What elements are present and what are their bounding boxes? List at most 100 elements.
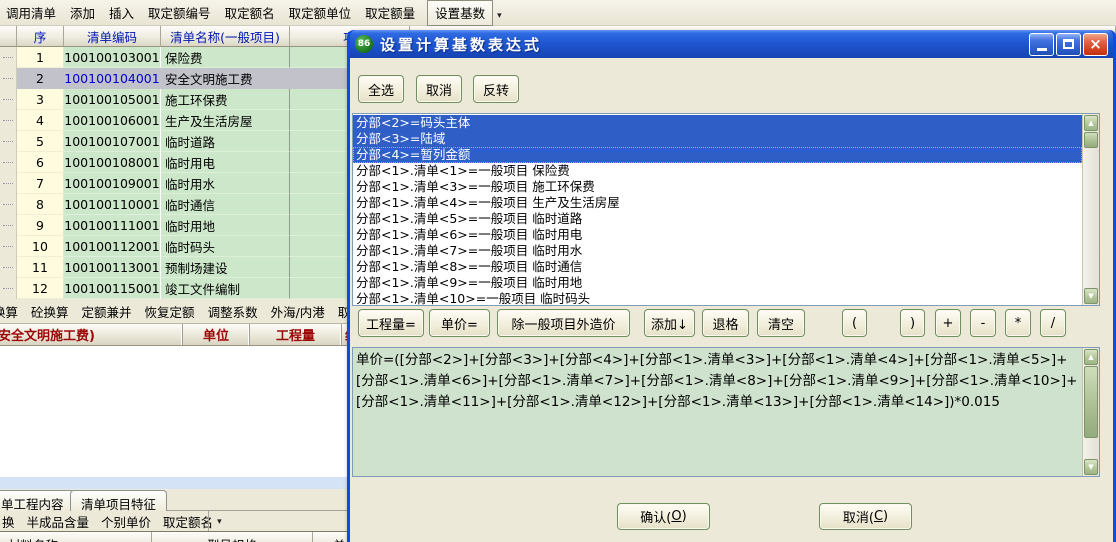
menu-item[interactable]: 外海/内港 — [271, 302, 325, 321]
clear-button[interactable]: 清空 — [757, 309, 805, 337]
dropdown-arrow-icon[interactable]: ▾ — [497, 11, 502, 25]
list-scrollbar[interactable]: ▲ ▼ — [1082, 114, 1099, 305]
bottom-tab-bar: 单工程内容 清单项目特征 — [0, 489, 347, 511]
base-item-listbox[interactable]: 分部<2>=码头主体分部<3>=陆域分部<4>=暂列金额分部<1>.清单<1>=… — [352, 113, 1100, 306]
row-indicator-cell — [0, 131, 17, 152]
scrollbar-thumb[interactable] — [1084, 366, 1098, 438]
name-cell: 预制场建设 — [161, 257, 290, 278]
dialog-titlebar[interactable]: 86 设置计算基数表达式 × — [350, 30, 1113, 58]
confirm-button[interactable]: 确认(O) — [617, 503, 710, 530]
menu-item[interactable]: 换算 — [0, 302, 18, 321]
name-cell: 安全文明施工费 — [161, 68, 290, 89]
cancel-button[interactable]: 取消(C) — [819, 503, 912, 530]
expression-scrollbar[interactable]: ▲ ▼ — [1082, 348, 1099, 476]
base-list-item[interactable]: 分部<1>.清单<5>=一般项目 临时道路 — [353, 211, 1082, 227]
backspace-button[interactable]: 退格 — [702, 309, 749, 337]
row-indicator-cell — [0, 152, 17, 173]
menu-item[interactable]: 添加 — [70, 3, 95, 22]
header-code: 清单编码 — [64, 26, 161, 47]
menu-item[interactable]: 取定额量 — [365, 3, 415, 22]
dropdown-arrow-icon[interactable]: ▾ — [217, 517, 222, 531]
menu-item[interactable]: 取定额编号 — [148, 3, 211, 22]
append-button[interactable]: 添加↓ — [644, 309, 695, 337]
close-button[interactable]: × — [1083, 33, 1108, 56]
close-icon: × — [1089, 35, 1102, 53]
menu-item[interactable]: 取定额名 — [225, 3, 275, 22]
scroll-down-button[interactable]: ▼ — [1084, 288, 1098, 304]
code-cell: 100100105001 — [64, 89, 161, 110]
base-list-item[interactable]: 分部<1>.清单<6>=一般项目 临时用电 — [353, 227, 1082, 243]
base-list-item[interactable]: 分部<1>.清单<1>=一般项目 保险费 — [353, 163, 1082, 179]
minimize-button[interactable] — [1029, 33, 1054, 56]
divide-button[interactable]: / — [1040, 309, 1066, 337]
minus-button[interactable]: - — [970, 309, 996, 337]
menu-item[interactable]: 个别单价 — [101, 512, 151, 531]
select-all-button[interactable]: 全选 — [358, 75, 404, 103]
scroll-up-button[interactable]: ▲ — [1084, 349, 1098, 365]
invert-selection-button[interactable]: 反转 — [473, 75, 519, 103]
tree-connector-icon — [3, 99, 13, 100]
base-list-item[interactable]: 分部<3>=陆域 — [353, 131, 1082, 147]
scroll-down-icon: ▼ — [1088, 463, 1093, 471]
maximize-button[interactable] — [1056, 33, 1081, 56]
menu-item[interactable]: 砼换算 — [31, 302, 69, 321]
deselect-button[interactable]: 取消 — [416, 75, 462, 103]
base-list-item[interactable]: 分部<4>=暂列金额 — [353, 147, 1082, 163]
multiply-button[interactable]: * — [1005, 309, 1031, 337]
code-cell: 100100111001 — [64, 215, 161, 236]
menu-item[interactable]: 恢复定额 — [145, 302, 195, 321]
tree-connector-icon — [3, 267, 13, 268]
dialog-title: 设置计算基数表达式 — [380, 34, 542, 55]
base-list-item[interactable]: 分部<1>.清单<4>=一般项目 生产及生活房屋 — [353, 195, 1082, 211]
base-list-item[interactable]: 分部<1>.清单<10>=一般项目 临时码头 — [353, 291, 1082, 305]
name-cell: 临时通信 — [161, 194, 290, 215]
tab-item-features[interactable]: 清单项目特征 — [70, 490, 167, 511]
quantity-eq-button[interactable]: 工程量= — [358, 309, 424, 337]
row-indicator-cell — [0, 68, 17, 89]
toolbar-separator — [208, 511, 209, 531]
base-list-item[interactable]: 分部<1>.清单<9>=一般项目 临时用地 — [353, 275, 1082, 291]
seq-cell: 8 — [17, 194, 64, 215]
bottom-toolbar-items: 换半成品含量个别单价取定额名 — [2, 512, 213, 531]
plus-button[interactable]: + — [935, 309, 961, 337]
expression-text[interactable]: 单价=([分部<2>]+[分部<3>]+[分部<4>]+[分部<1>.清单<3>… — [353, 348, 1082, 476]
menu-item[interactable]: 调用清单 — [6, 3, 56, 22]
open-paren-button[interactable]: ( — [842, 309, 867, 337]
name-cell: 临时用地 — [161, 215, 290, 236]
row-indicator-cell — [0, 278, 17, 299]
scrollbar-thumb[interactable] — [1084, 132, 1098, 148]
unit-price-eq-button[interactable]: 单价= — [429, 309, 490, 337]
menu-item[interactable]: 定额兼并 — [82, 302, 132, 321]
tree-connector-icon — [3, 78, 13, 79]
main-toolbar-items: 调用清单添加插入取定额编号取定额名取定额单位取定额量 — [6, 3, 415, 22]
code-cell: 100100103001 — [64, 47, 161, 68]
row-indicator-cell — [0, 194, 17, 215]
code-cell: 100100107001 — [64, 131, 161, 152]
base-list-item[interactable]: 分部<2>=码头主体 — [353, 115, 1082, 131]
name-cell: 竣工文件编制 — [161, 278, 290, 299]
base-list-item[interactable]: 分部<1>.清单<8>=一般项目 临时通信 — [353, 259, 1082, 275]
tree-connector-icon — [3, 183, 13, 184]
expression-editor[interactable]: 单价=([分部<2>]+[分部<3>]+[分部<4>]+[分部<1>.清单<3>… — [352, 347, 1100, 477]
tab-work-content[interactable]: 单工程内容 — [0, 490, 75, 511]
menu-item[interactable]: 调整系数 — [208, 302, 258, 321]
seq-cell: 4 — [17, 110, 64, 131]
set-base-button[interactable]: 设置基数 — [427, 0, 493, 26]
except-general-items-button[interactable]: 除一般项目外造价 — [497, 309, 630, 337]
horizontal-scroll-strip[interactable] — [0, 477, 347, 489]
close-paren-button[interactable]: ) — [900, 309, 925, 337]
confirm-accesskey: O — [671, 509, 681, 524]
app-icon: 86 — [355, 35, 373, 53]
menu-item[interactable]: 取定额单位 — [289, 3, 352, 22]
menu-item[interactable]: 插入 — [109, 3, 134, 22]
menu-item[interactable]: 换 — [2, 512, 15, 531]
base-list-item[interactable]: 分部<1>.清单<7>=一般项目 临时用水 — [353, 243, 1082, 259]
menu-item[interactable]: 半成品含量 — [27, 512, 90, 531]
base-list-item[interactable]: 分部<1>.清单<3>=一般项目 施工环保费 — [353, 179, 1082, 195]
scroll-up-button[interactable]: ▲ — [1084, 115, 1098, 131]
dialog-body: 全选取消反转 分部<2>=码头主体分部<3>=陆域分部<4>=暂列金额分部<1>… — [350, 58, 1113, 542]
detail-grid-empty-area — [0, 346, 360, 477]
name-cell: 生产及生活房屋 — [161, 110, 290, 131]
scroll-down-button[interactable]: ▼ — [1084, 459, 1098, 475]
menu-item[interactable]: 取定额名 — [163, 512, 213, 531]
